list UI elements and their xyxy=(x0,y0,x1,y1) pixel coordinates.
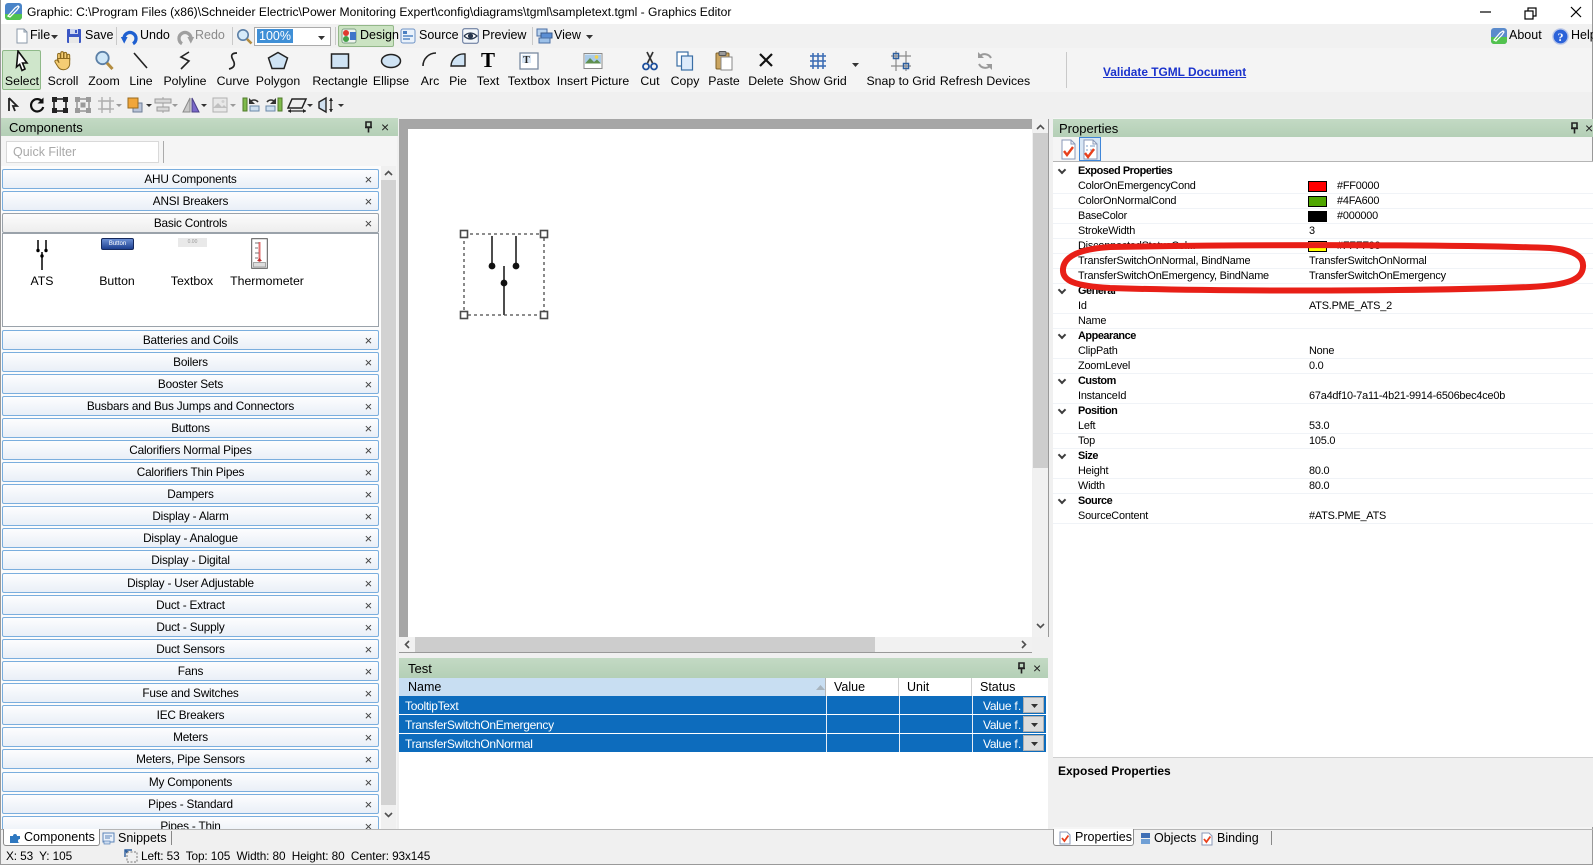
svg-text:T: T xyxy=(523,55,530,66)
svg-text:?: ? xyxy=(1558,30,1564,44)
